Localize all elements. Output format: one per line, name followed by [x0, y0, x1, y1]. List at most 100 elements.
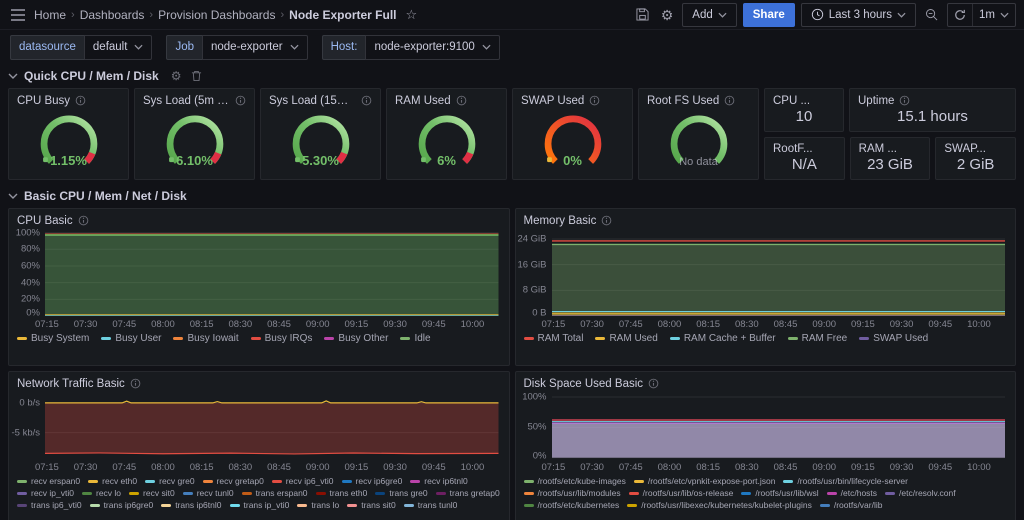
- legend-item-trans-ip6-vti0[interactable]: trans ip6_vti0: [17, 500, 82, 510]
- legend-item-recv-gre0[interactable]: recv gre0: [145, 476, 195, 486]
- legend-item-recv-sit0[interactable]: recv sit0: [129, 488, 175, 498]
- legend-item-trans-ip-vti0[interactable]: trans ip_vti0: [229, 500, 289, 510]
- menu-toggle-icon[interactable]: [8, 7, 28, 23]
- legend-item-trans-gre0[interactable]: trans gre0: [375, 488, 428, 498]
- chart-plot-area[interactable]: [551, 393, 1005, 459]
- legend-item-trans-ip6gre0[interactable]: trans ip6gre0: [89, 500, 153, 510]
- x-axis-labels: 07:15 07:30 07:45 08:00 08:15 08:30 08:45 09:00…: [541, 319, 991, 330]
- favorite-star-icon[interactable]: ☆: [403, 5, 421, 25]
- refresh-icon[interactable]: [948, 3, 974, 26]
- legend-item-etc-resolv-conf[interactable]: /etc/resolv.conf: [885, 488, 956, 498]
- gauge-body[interactable]: 0%: [513, 107, 632, 179]
- legend-item-trans-ip6tnl0[interactable]: trans ip6tnl0: [161, 500, 222, 510]
- add-button[interactable]: Add: [682, 2, 737, 27]
- legend-item-recv-tunl0[interactable]: recv tunl0: [182, 488, 234, 498]
- legend-item-rootfs-usr-lib-modules[interactable]: /rootfs/usr/lib/modules: [523, 488, 621, 498]
- save-dashboard-icon[interactable]: [633, 6, 652, 23]
- legend-item-trans-gretap0[interactable]: trans gretap0: [435, 488, 500, 498]
- legend-item-rootfs-usr-libexec-kubernetes-kubelet-plugins[interactable]: /rootfs/usr/libexec/kubernetes/kubelet-p…: [627, 500, 812, 510]
- breadcrumb: Home › Dashboards › Provision Dashboards › Nod…: [34, 8, 397, 22]
- chart-plot-area[interactable]: [45, 230, 499, 316]
- legend-item-trans-lo[interactable]: trans lo: [297, 500, 339, 510]
- stat-value[interactable]: 15.1 hours: [850, 107, 1015, 131]
- panel-title: SWAP Used: [521, 94, 585, 107]
- legend-marker: [17, 491, 27, 495]
- legend-item-idle[interactable]: Idle: [400, 333, 431, 344]
- legend-item-trans-erspan0[interactable]: trans erspan0: [241, 488, 308, 498]
- breadcrumb-item-provision-dashboards[interactable]: Provision Dashboards: [158, 8, 275, 22]
- legend-item-recv-ip-vti0[interactable]: recv ip_vti0: [17, 488, 74, 498]
- dashboard-settings-icon[interactable]: ⚙: [658, 6, 677, 24]
- chart-plot-area[interactable]: [551, 230, 1005, 316]
- legend-item-rootfs-etc-vpnkit-expose-port-json[interactable]: /rootfs/etc/vpnkit-expose-port.json: [633, 476, 775, 486]
- legend-item-swap-used[interactable]: SWAP Used: [859, 333, 928, 344]
- legend-item-rootfs-usr-lib-wsl[interactable]: /rootfs/usr/lib/wsl: [741, 488, 819, 498]
- share-button[interactable]: Share: [742, 2, 795, 27]
- legend-item-rootfs-var-lib[interactable]: /rootfs/var/lib: [819, 500, 882, 510]
- row-settings-icon[interactable]: ⚙: [171, 70, 182, 82]
- variable-value-dropdown[interactable]: node-exporter:9100: [365, 34, 500, 60]
- legend-marker: [410, 479, 421, 483]
- variable-value-dropdown[interactable]: default: [83, 34, 153, 60]
- breadcrumb-separator: ›: [71, 8, 75, 21]
- gauge-body[interactable]: 6.10%: [135, 107, 254, 179]
- gauge-body[interactable]: 5.30%: [261, 107, 380, 179]
- top-navigation: Home › Dashboards › Provision Dashboards › Nod…: [0, 0, 1024, 30]
- breadcrumb-item-node-exporter-full[interactable]: Node Exporter Full: [289, 8, 396, 22]
- legend-item-trans-sit0[interactable]: trans sit0: [347, 500, 396, 510]
- row-header-quick[interactable]: Quick CPU / Mem / Disk ⚙: [8, 65, 1016, 86]
- legend-item-recv-eth0[interactable]: recv eth0: [88, 476, 137, 486]
- stat-value[interactable]: 2 GiB: [936, 156, 1015, 180]
- legend-item-ram-used[interactable]: RAM Used: [595, 333, 658, 344]
- breadcrumb-item-dashboards[interactable]: Dashboards: [80, 8, 145, 22]
- legend-marker: [145, 479, 156, 483]
- zoom-out-icon[interactable]: [922, 6, 941, 23]
- legend-item-recv-erspan0[interactable]: recv erspan0: [17, 476, 80, 486]
- stats-column: CPU ... 10 Uptime 15.1 hours RootF... N/…: [764, 88, 1017, 180]
- legend-item-busy-irqs[interactable]: Busy IRQs: [250, 333, 312, 344]
- variable-value-dropdown[interactable]: node-exporter: [201, 34, 308, 60]
- panel-cpu: CPU ... 10: [764, 88, 844, 132]
- stat-value[interactable]: N/A: [765, 156, 844, 180]
- gauge-body[interactable]: 6%: [387, 107, 506, 179]
- row-header-basic[interactable]: Basic CPU / Mem / Net / Disk: [8, 185, 1016, 206]
- legend-item-trans-tunl0[interactable]: trans tunl0: [403, 500, 457, 510]
- time-range-picker[interactable]: Last 3 hours: [800, 2, 917, 27]
- gauge-body[interactable]: No data: [639, 107, 758, 179]
- row-delete-icon[interactable]: [191, 70, 202, 82]
- chevron-down-icon: [718, 12, 727, 18]
- legend-item-rootfs-etc-kube-images[interactable]: /rootfs/etc/kube-images: [523, 476, 626, 486]
- legend-item-recv-gretap0[interactable]: recv gretap0: [202, 476, 264, 486]
- y-axis-labels: 24 GiB 16 GiB 8 GiB 0 B: [517, 233, 547, 319]
- legend-marker: [202, 479, 213, 483]
- gauge-value: 6%: [437, 153, 456, 168]
- legend-item-recv-ip6gre0[interactable]: recv ip6gre0: [341, 476, 402, 486]
- legend-item-etc-hosts[interactable]: /etc/hosts: [826, 488, 877, 498]
- breadcrumb-item-home[interactable]: Home: [34, 8, 66, 22]
- legend-item-busy-iowait[interactable]: Busy Iowait: [173, 333, 239, 344]
- legend-item-rootfs-usr-bin-lifecycle-server[interactable]: /rootfs/usr/bin/lifecycle-server: [783, 476, 908, 486]
- info-icon: [78, 215, 88, 226]
- legend-item-recv-ip6tnl0[interactable]: recv ip6tnl0: [410, 476, 468, 486]
- legend-item-rootfs-usr-lib-os-release[interactable]: /rootfs/usr/lib/os-release: [628, 488, 733, 498]
- refresh-interval-picker[interactable]: 1m: [973, 4, 1015, 26]
- x-axis-labels: 07:15 07:30 07:45 08:00 08:15 08:30 08:45 09:00…: [541, 462, 991, 473]
- legend-marker: [297, 503, 308, 507]
- legend-item-rootfs-etc-kubernetes[interactable]: /rootfs/etc/kubernetes: [523, 500, 619, 510]
- legend-item-recv-lo[interactable]: recv lo: [82, 488, 121, 498]
- legend-item-ram-cache-buffer[interactable]: RAM Cache + Buffer: [669, 333, 776, 344]
- legend-item-ram-total[interactable]: RAM Total: [523, 333, 583, 344]
- legend-item-busy-system[interactable]: Busy System: [17, 333, 89, 344]
- row-title: Quick CPU / Mem / Disk: [24, 68, 159, 83]
- legend-item-busy-other[interactable]: Busy Other: [324, 333, 388, 344]
- legend-marker: [17, 503, 27, 507]
- legend-item-busy-user[interactable]: Busy User: [101, 333, 161, 344]
- chevron-down-icon: [290, 44, 299, 50]
- legend-item-ram-free[interactable]: RAM Free: [787, 333, 847, 344]
- stat-value[interactable]: 23 GiB: [851, 156, 930, 180]
- legend-item-recv-ip6-vti0[interactable]: recv ip6_vti0: [271, 476, 334, 486]
- chart-plot-area[interactable]: [45, 393, 499, 459]
- legend-item-trans-eth0[interactable]: trans eth0: [315, 488, 367, 498]
- gauge-body[interactable]: 1.15%: [9, 107, 128, 179]
- stat-value[interactable]: 10: [765, 107, 843, 131]
